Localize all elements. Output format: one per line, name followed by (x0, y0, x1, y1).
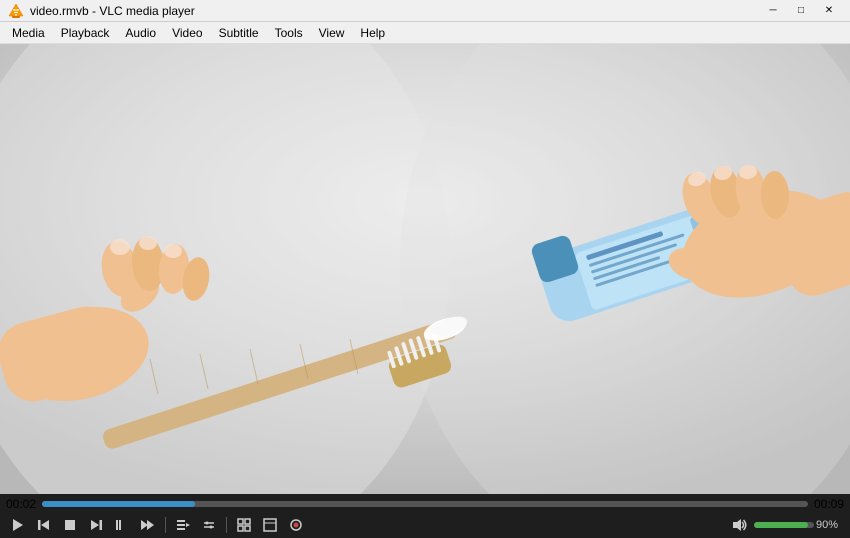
menu-subtitle[interactable]: Subtitle (211, 22, 267, 43)
video-canvas (0, 44, 850, 494)
progress-bar-fill (42, 501, 195, 507)
next-button[interactable] (84, 514, 108, 536)
menu-playback[interactable]: Playback (53, 22, 118, 43)
slower-button[interactable] (110, 514, 134, 536)
control-bar: 00:02 00:09 (0, 494, 850, 538)
menu-bar: Media Playback Audio Video Subtitle Tool… (0, 22, 850, 44)
menu-help[interactable]: Help (352, 22, 393, 43)
window-button[interactable] (258, 514, 282, 536)
faster-button[interactable] (136, 514, 160, 536)
window-controls: ─ □ ✕ (760, 3, 842, 19)
volume-bar-fill (754, 522, 808, 528)
menu-video[interactable]: Video (164, 22, 210, 43)
close-button[interactable]: ✕ (816, 3, 842, 19)
separator-1 (165, 517, 166, 533)
volume-button[interactable] (728, 514, 752, 536)
fullscreen-button[interactable] (232, 514, 256, 536)
record-button[interactable] (284, 514, 308, 536)
volume-area: 90% (728, 514, 844, 536)
time-total: 00:09 (814, 497, 844, 511)
volume-percent: 90% (816, 519, 844, 531)
playlist-button[interactable] (171, 514, 195, 536)
buttons-row: 90% (6, 513, 844, 536)
video-area[interactable] (0, 44, 850, 494)
buttons-right: 90% (728, 514, 844, 536)
volume-bar[interactable] (754, 522, 814, 528)
menu-media[interactable]: Media (4, 22, 53, 43)
menu-audio[interactable]: Audio (117, 22, 164, 43)
previous-button[interactable] (32, 514, 56, 536)
stop-button[interactable] (58, 514, 82, 536)
minimize-button[interactable]: ─ (760, 3, 786, 19)
app-icon (8, 3, 24, 19)
extended-button[interactable] (197, 514, 221, 536)
progress-row: 00:02 00:09 (6, 496, 844, 511)
menu-view[interactable]: View (311, 22, 353, 43)
menu-tools[interactable]: Tools (267, 22, 311, 43)
video-frame (0, 44, 850, 494)
progress-bar[interactable] (42, 501, 808, 507)
separator-2 (226, 517, 227, 533)
title-bar: video.rmvb - VLC media player ─ □ ✕ (0, 0, 850, 22)
time-current: 00:02 (6, 497, 36, 511)
window-title: video.rmvb - VLC media player (30, 4, 760, 18)
maximize-button[interactable]: □ (788, 3, 814, 19)
play-button[interactable] (6, 514, 30, 536)
